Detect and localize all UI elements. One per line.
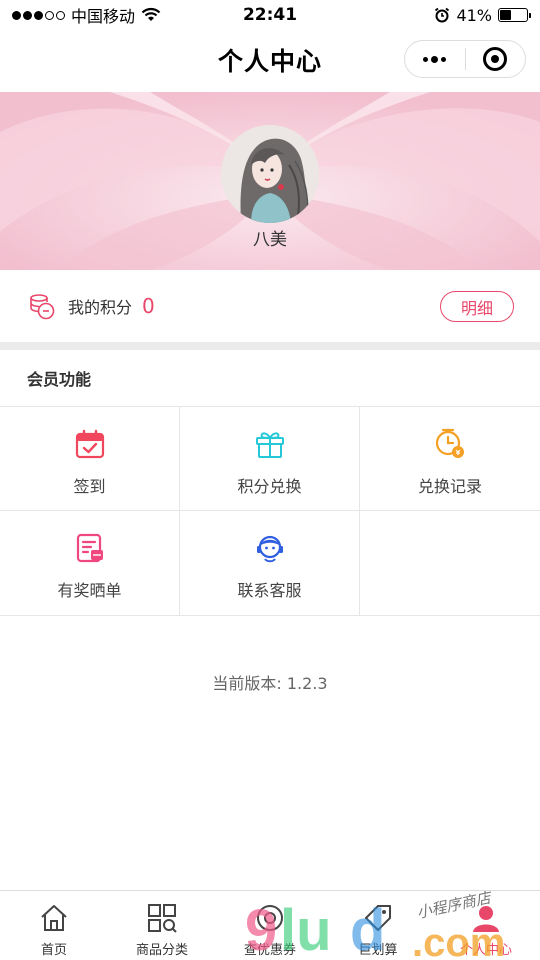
- member-section-title: 会员功能: [27, 370, 92, 389]
- more-dots-icon: [423, 55, 447, 63]
- battery-icon: [498, 8, 531, 22]
- close-program-button[interactable]: [466, 41, 526, 77]
- tab-profile[interactable]: 个人中心: [432, 891, 540, 960]
- share-order-label: 有奖晒单: [57, 581, 122, 600]
- tab-bar: 首页 商品分类 查优惠券 巨划算 个人中心: [0, 890, 540, 960]
- user-name: 八美: [253, 230, 287, 250]
- tab-home[interactable]: 首页: [0, 891, 108, 960]
- status-left: 中国移动: [12, 3, 161, 27]
- points-row: 我的积分 0 明细: [0, 270, 540, 342]
- tab-category-label: 商品分类: [135, 943, 188, 958]
- customer-service-label: 联系客服: [237, 581, 302, 600]
- close-target-icon: [483, 47, 508, 71]
- tab-deals-label: 巨划算: [358, 943, 398, 958]
- status-bar: 中国移动 22:41 41%: [0, 0, 540, 30]
- home-icon: [37, 901, 71, 935]
- nav-bar: 个人中心: [0, 30, 540, 90]
- tab-category[interactable]: 商品分类: [108, 891, 216, 960]
- calendar-check-icon: [73, 427, 107, 461]
- app-version: 当前版本: 1.2.3: [212, 674, 328, 693]
- customer-service-item[interactable]: 联系客服: [180, 511, 360, 616]
- coins-icon: [30, 294, 55, 320]
- page: 中国移动 22:41 41% 个人中心 八美 我的积分 0 明细 会员功能 签到…: [0, 0, 540, 960]
- empty-grid-cell: [360, 511, 540, 616]
- wifi-icon: [141, 7, 161, 21]
- share-order-item[interactable]: 有奖晒单: [0, 511, 180, 616]
- points-label: 我的积分: [68, 298, 133, 317]
- avatar[interactable]: [221, 125, 319, 223]
- page-title: 个人中心: [217, 47, 322, 76]
- category-icon: [145, 901, 179, 935]
- exchange-record-label: 兑换记录: [417, 477, 482, 496]
- battery-fill: [500, 10, 511, 20]
- tab-home-label: 首页: [40, 943, 67, 958]
- profile-icon: [469, 901, 503, 935]
- section-divider: [0, 342, 540, 350]
- exchange-record-item[interactable]: 兑换记录: [360, 407, 540, 511]
- carrier-label: 中国移动: [71, 7, 136, 26]
- mini-program-capsule: [404, 40, 526, 78]
- alarm-icon: [435, 7, 450, 23]
- points-value: 0: [142, 294, 155, 318]
- tab-coupon[interactable]: 查优惠券: [216, 891, 324, 960]
- tab-profile-label: 个人中心: [459, 943, 512, 958]
- points-exchange-item[interactable]: 积分兑换: [180, 407, 360, 511]
- points-exchange-label: 积分兑换: [237, 477, 302, 496]
- checkin-label: 签到: [73, 477, 106, 496]
- battery-percent: 41%: [456, 5, 492, 25]
- avatar-illustration: [221, 125, 319, 223]
- signal-icon: [12, 10, 65, 20]
- checkin-item[interactable]: 签到: [0, 407, 180, 511]
- customer-service-icon: [253, 531, 287, 565]
- more-button[interactable]: [405, 41, 465, 77]
- tag-icon: [361, 901, 395, 935]
- tab-coupon-label: 查优惠券: [243, 943, 296, 958]
- member-function-grid: 签到 积分兑换 兑换记录 有奖晒单 联系客服: [0, 406, 540, 616]
- status-right: 41%: [434, 5, 531, 25]
- receipt-icon: [73, 531, 107, 565]
- coupon-icon: [253, 901, 287, 935]
- clock-coin-icon: [433, 427, 467, 461]
- gift-icon: [253, 427, 287, 461]
- points-detail-button[interactable]: 明细: [440, 291, 514, 322]
- tab-deals[interactable]: 巨划算: [324, 891, 432, 960]
